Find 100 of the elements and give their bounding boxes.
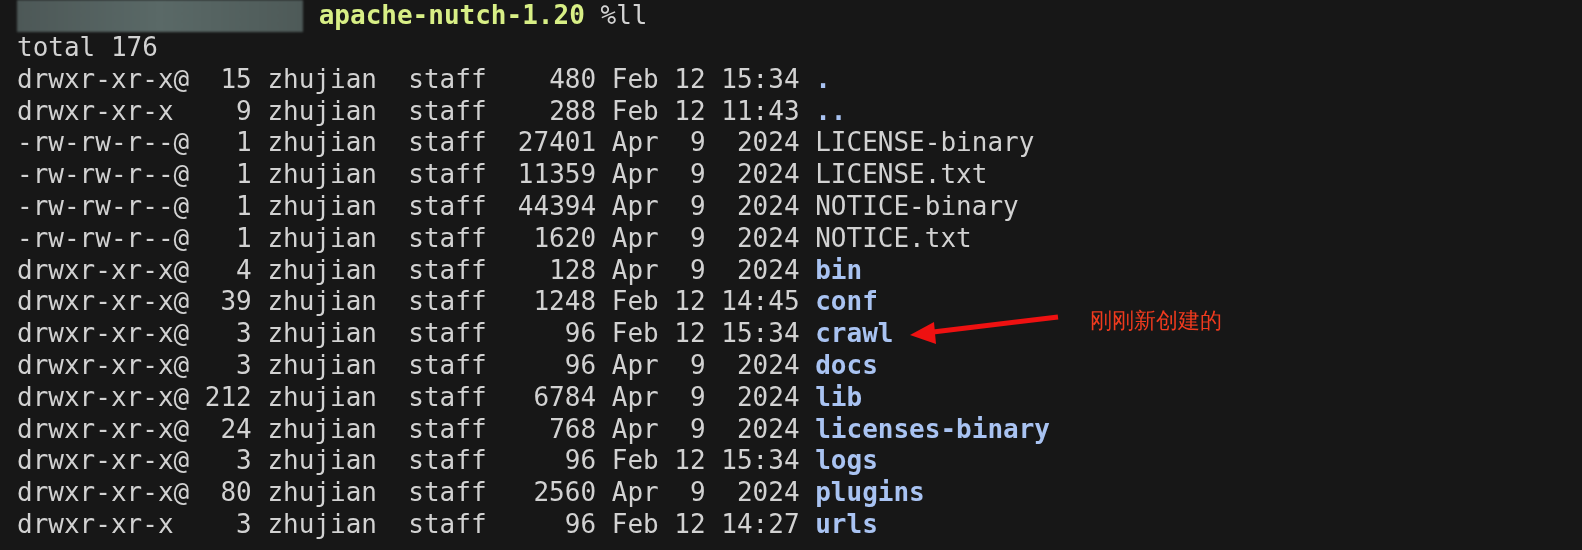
group: staff bbox=[408, 63, 487, 96]
link-count: 4 bbox=[235, 254, 252, 287]
link-count: 1 bbox=[235, 127, 252, 160]
file-size: 1620 bbox=[532, 222, 597, 255]
file-name: NOTICE-binary bbox=[815, 191, 1019, 223]
file-name: lib bbox=[815, 381, 863, 414]
link-count: 80 bbox=[219, 477, 252, 509]
owner: zhujian bbox=[267, 127, 377, 160]
date: Apr 9 2024 bbox=[611, 127, 800, 160]
group: staff bbox=[408, 222, 487, 255]
file-size: 96 bbox=[563, 508, 597, 541]
file-size: 288 bbox=[548, 95, 597, 128]
date: Apr 9 2024 bbox=[611, 349, 800, 382]
owner: zhujian bbox=[267, 222, 377, 255]
file-name: urls bbox=[815, 508, 878, 541]
group: staff bbox=[408, 318, 487, 350]
annotation-text: 刚刚新创建的 bbox=[1090, 307, 1222, 335]
file-size: 96 bbox=[563, 318, 597, 350]
link-count: 1 bbox=[235, 159, 252, 191]
link-count: 9 bbox=[235, 95, 252, 128]
date: Feb 12 11:43 bbox=[611, 95, 800, 128]
file-name: licenses-binary bbox=[815, 413, 1050, 446]
file-name: bin bbox=[815, 254, 863, 287]
group: staff bbox=[408, 445, 487, 478]
group: staff bbox=[408, 95, 487, 128]
file-name: .. bbox=[815, 95, 847, 128]
owner: zhujian bbox=[267, 381, 377, 414]
group: staff bbox=[408, 349, 487, 382]
group: staff bbox=[408, 159, 487, 191]
owner: zhujian bbox=[267, 191, 377, 223]
file-name: . bbox=[815, 63, 831, 96]
owner: zhujian bbox=[267, 508, 377, 541]
permissions: -rw-rw-r--@ bbox=[17, 159, 190, 191]
file-name: docs bbox=[815, 349, 878, 382]
owner: zhujian bbox=[267, 477, 377, 509]
file-name: LICENSE.txt bbox=[815, 159, 988, 191]
link-count: 3 bbox=[235, 349, 252, 382]
prompt-directory: apache-nutch-1.20 bbox=[318, 0, 585, 32]
file-size: 96 bbox=[563, 349, 597, 382]
date: Apr 9 2024 bbox=[611, 159, 800, 191]
group: staff bbox=[408, 254, 487, 287]
date: Feb 12 14:27 bbox=[611, 508, 800, 541]
link-count: 15 bbox=[219, 63, 252, 96]
file-name: NOTICE.txt bbox=[815, 222, 972, 255]
link-count: 24 bbox=[219, 413, 252, 446]
group: staff bbox=[408, 191, 487, 223]
permissions: -rw-rw-r--@ bbox=[17, 127, 190, 160]
file-name: LICENSE-binary bbox=[815, 127, 1035, 160]
file-name: logs bbox=[815, 445, 878, 478]
group: staff bbox=[408, 477, 487, 509]
file-name: plugins bbox=[815, 477, 925, 509]
group: staff bbox=[408, 413, 487, 446]
permissions: -rw-rw-r--@ bbox=[17, 191, 190, 223]
file-size: 480 bbox=[548, 63, 597, 96]
permissions: drwxr-xr-x bbox=[17, 95, 175, 128]
owner: zhujian bbox=[267, 159, 377, 191]
link-count: 39 bbox=[219, 286, 252, 319]
group: staff bbox=[408, 508, 487, 541]
file-name: conf bbox=[815, 286, 878, 319]
group: staff bbox=[408, 286, 487, 319]
owner: zhujian bbox=[267, 95, 377, 128]
file-size: 128 bbox=[548, 254, 597, 287]
file-size: 96 bbox=[563, 445, 597, 478]
file-size: 2560 bbox=[532, 477, 597, 509]
permissions: drwxr-xr-x@ bbox=[17, 349, 190, 382]
link-count: 3 bbox=[235, 445, 252, 478]
date: Apr 9 2024 bbox=[611, 381, 800, 414]
file-size: 1248 bbox=[532, 286, 597, 319]
permissions: drwxr-xr-x bbox=[17, 508, 175, 541]
date: Apr 9 2024 bbox=[611, 254, 800, 287]
file-size: 768 bbox=[548, 413, 597, 446]
permissions: -rw-rw-r--@ bbox=[17, 222, 190, 255]
permissions: drwxr-xr-x@ bbox=[17, 381, 190, 414]
owner: zhujian bbox=[267, 445, 377, 478]
total-line: total 176 bbox=[17, 32, 158, 62]
group: staff bbox=[408, 127, 487, 160]
date: Apr 9 2024 bbox=[611, 191, 800, 223]
owner: zhujian bbox=[267, 254, 377, 287]
file-name: crawl bbox=[815, 318, 894, 350]
link-count: 1 bbox=[235, 222, 252, 255]
permissions: drwxr-xr-x@ bbox=[17, 477, 190, 509]
date: Apr 9 2024 bbox=[611, 477, 800, 509]
owner: zhujian bbox=[267, 349, 377, 382]
prompt-command: %ll bbox=[600, 0, 648, 32]
owner: zhujian bbox=[267, 413, 377, 446]
file-size: 44394 bbox=[517, 191, 597, 223]
link-count: 1 bbox=[235, 191, 252, 223]
file-size: 11359 bbox=[517, 159, 597, 191]
permissions: drwxr-xr-x@ bbox=[17, 63, 190, 96]
owner: zhujian bbox=[267, 286, 377, 319]
group: staff bbox=[408, 381, 487, 414]
date: Feb 12 14:45 bbox=[611, 286, 800, 319]
owner: zhujian bbox=[267, 318, 377, 350]
permissions: drwxr-xr-x@ bbox=[17, 254, 190, 287]
date: Apr 9 2024 bbox=[611, 222, 800, 255]
date: Feb 12 15:34 bbox=[611, 63, 800, 96]
permissions: drwxr-xr-x@ bbox=[17, 318, 190, 350]
date: Feb 12 15:34 bbox=[611, 445, 800, 478]
link-count: 212 bbox=[204, 381, 252, 414]
file-size: 6784 bbox=[532, 381, 597, 414]
